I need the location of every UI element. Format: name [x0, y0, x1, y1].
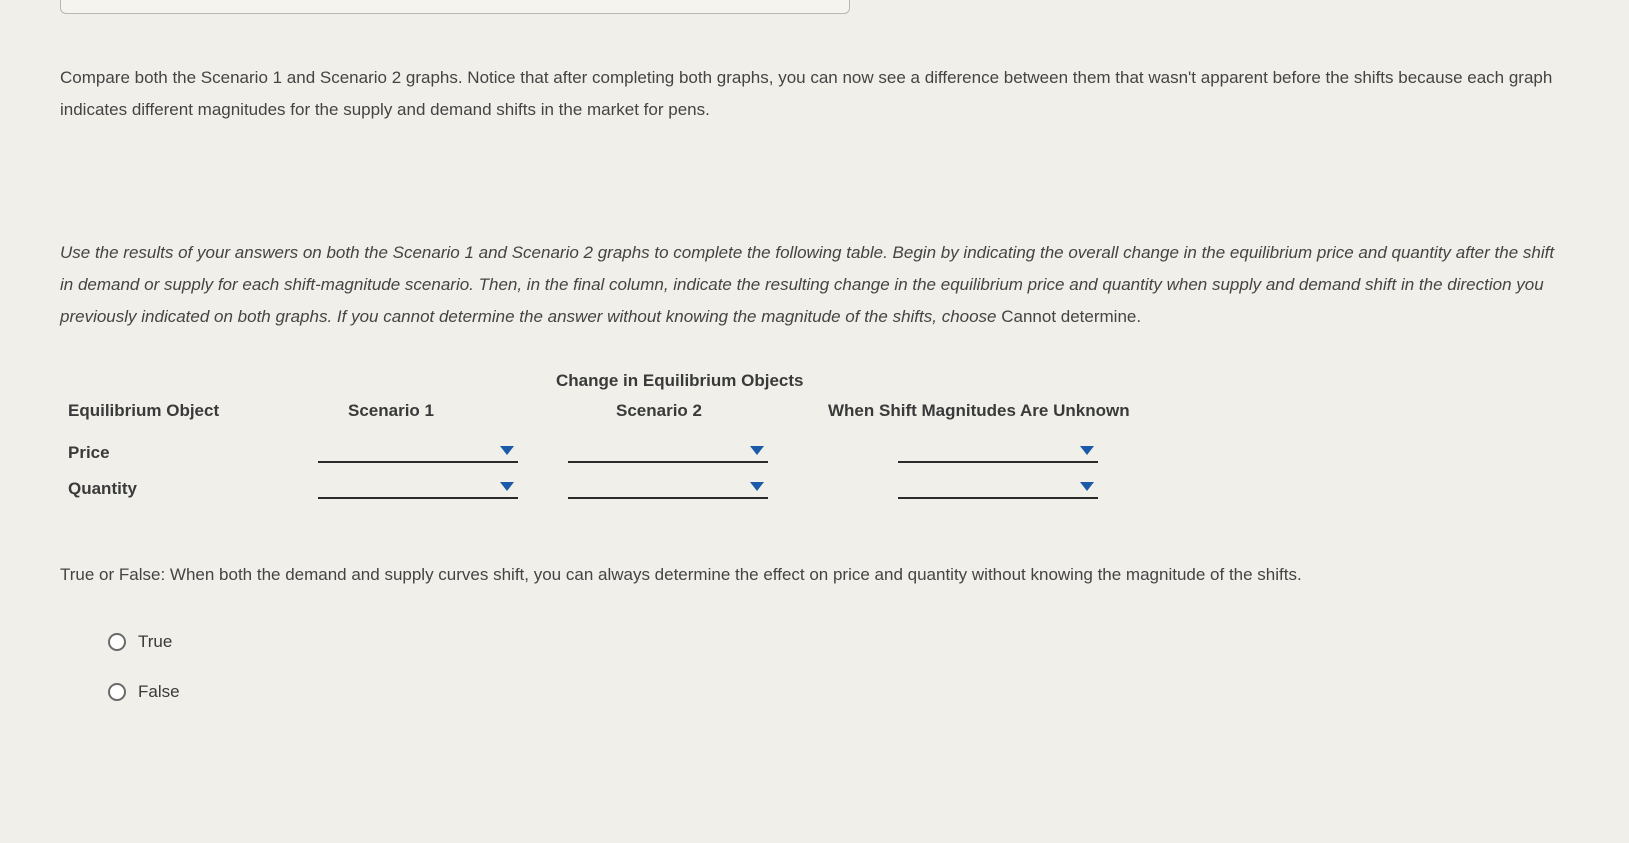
intro-paragraph: Compare both the Scenario 1 and Scenario…: [60, 62, 1569, 127]
instructions-paragraph: Use the results of your answers on both …: [60, 237, 1569, 334]
radio-group: True False: [60, 632, 1569, 702]
column-header-scenario2: Scenario 2: [568, 401, 818, 427]
radio-option-true[interactable]: True: [108, 632, 1569, 652]
radio-icon: [108, 633, 126, 651]
chevron-down-icon: [500, 482, 514, 491]
chevron-down-icon: [750, 482, 764, 491]
question-content: Compare both the Scenario 1 and Scenario…: [0, 14, 1629, 702]
collapsed-panel-edge: [60, 0, 850, 14]
radio-label-false: False: [138, 682, 180, 702]
chevron-down-icon: [500, 446, 514, 455]
true-false-question: True or False: When both the demand and …: [60, 559, 1569, 591]
dropdown-quantity-scenario2[interactable]: [568, 471, 768, 499]
radio-icon: [108, 683, 126, 701]
dropdown-quantity-scenario1[interactable]: [318, 471, 518, 499]
column-header-object: Equilibrium Object: [68, 401, 318, 427]
equilibrium-table: Change in Equilibrium Objects Equilibriu…: [60, 371, 1569, 499]
radio-option-false[interactable]: False: [108, 682, 1569, 702]
instructions-tail: Cannot determine.: [1001, 307, 1141, 326]
dropdown-price-scenario2[interactable]: [568, 435, 768, 463]
row-label-price: Price: [68, 435, 318, 463]
table-super-header: Change in Equilibrium Objects: [556, 371, 1569, 391]
dropdown-price-scenario1[interactable]: [318, 435, 518, 463]
column-header-scenario1: Scenario 1: [318, 401, 568, 427]
chevron-down-icon: [1080, 446, 1094, 455]
instructions-italic: Use the results of your answers on both …: [60, 243, 1554, 327]
dropdown-price-unknown[interactable]: [898, 435, 1098, 463]
chevron-down-icon: [750, 446, 764, 455]
row-label-quantity: Quantity: [68, 471, 318, 499]
radio-label-true: True: [138, 632, 172, 652]
chevron-down-icon: [1080, 482, 1094, 491]
column-header-unknown: When Shift Magnitudes Are Unknown: [818, 401, 1218, 427]
dropdown-quantity-unknown[interactable]: [898, 471, 1098, 499]
